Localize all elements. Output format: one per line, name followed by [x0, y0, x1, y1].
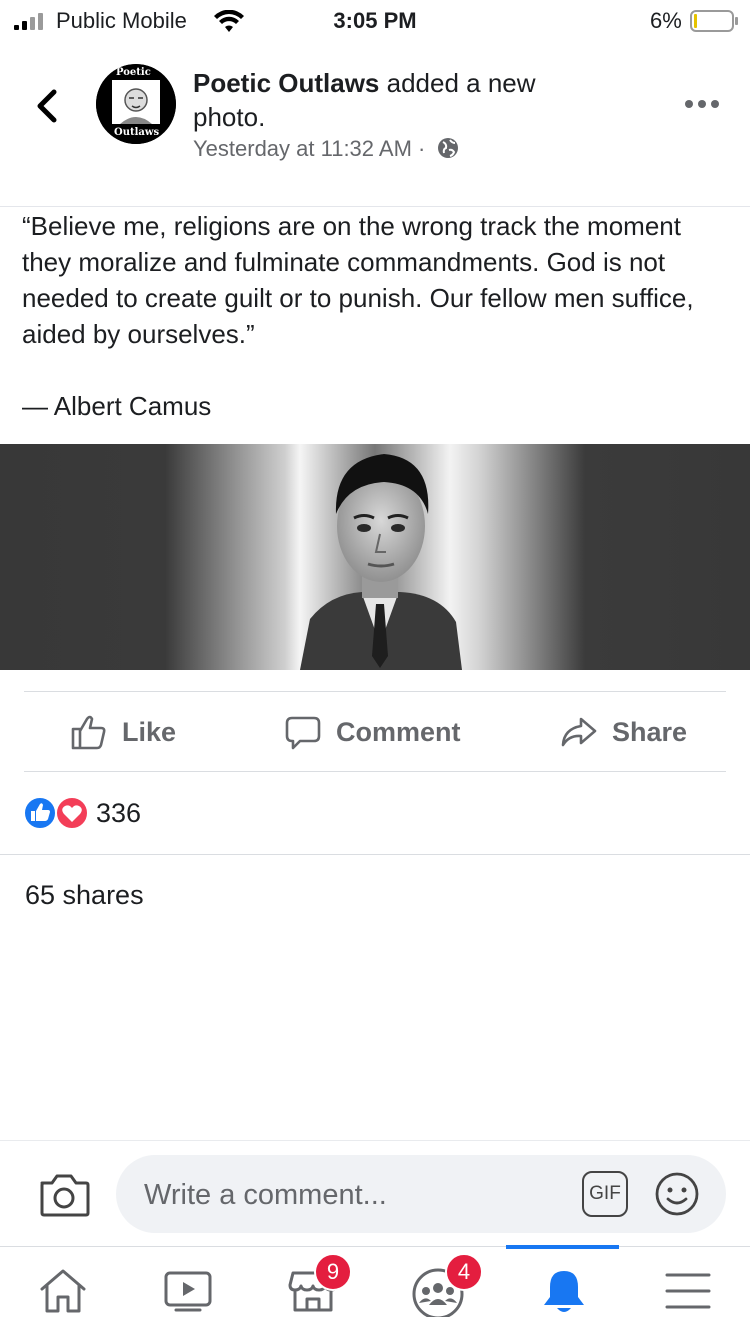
- divider: [0, 854, 750, 855]
- post-quote: “Believe me, religions are on the wrong …: [22, 211, 694, 349]
- quote-author: — Albert Camus: [22, 391, 212, 421]
- video-play-icon: [164, 1271, 212, 1312]
- comment-button[interactable]: Comment: [284, 700, 461, 764]
- share-arrow-icon: [561, 717, 597, 747]
- marketplace-badge: 9: [314, 1253, 352, 1291]
- comment-label: Comment: [336, 716, 461, 747]
- post-timestamp[interactable]: Yesterday at 11:32 AM ·: [193, 136, 460, 162]
- post-headline: Poetic Outlaws added a new photo.: [193, 66, 613, 134]
- like-button[interactable]: Like: [70, 700, 176, 764]
- camera-icon[interactable]: [38, 1171, 90, 1217]
- home-icon: [40, 1269, 86, 1313]
- tab-menu[interactable]: [625, 1247, 750, 1335]
- portrait-photo: [300, 454, 462, 670]
- battery-percent: 6%: [650, 8, 682, 33]
- tab-notifications[interactable]: [500, 1247, 625, 1335]
- comment-input[interactable]: [142, 1155, 566, 1235]
- battery-icon: [690, 10, 738, 32]
- tab-watch[interactable]: [125, 1247, 250, 1335]
- share-count[interactable]: 65 shares: [25, 880, 144, 911]
- clock: 3:05 PM: [333, 8, 417, 33]
- hamburger-menu-icon: [665, 1273, 711, 1309]
- back-chevron-icon[interactable]: [30, 86, 64, 126]
- comment-bubble-icon: [285, 716, 321, 750]
- emoji-icon[interactable]: [654, 1171, 700, 1217]
- reaction-count[interactable]: 336: [96, 798, 141, 829]
- post-header: Poetic Outlaws Poetic Outlaws added a ne…: [0, 42, 750, 207]
- post-body: “Believe me, religions are on the wrong …: [22, 208, 734, 424]
- gif-button[interactable]: GIF: [582, 1171, 628, 1217]
- comment-box[interactable]: GIF: [116, 1155, 726, 1235]
- post-photo[interactable]: [0, 444, 750, 670]
- divider: [24, 771, 726, 772]
- more-options-icon[interactable]: [684, 94, 720, 114]
- globe-icon: [437, 138, 458, 158]
- thumbs-up-icon: [71, 715, 106, 750]
- bottom-tab-bar: 9 4: [0, 1245, 750, 1335]
- page-avatar[interactable]: Poetic Outlaws: [96, 64, 176, 144]
- avatar-text-bottom: Outlaws: [114, 127, 160, 138]
- timestamp-text: Yesterday at 11:32 AM ·: [193, 136, 426, 161]
- groups-badge: 4: [445, 1253, 483, 1291]
- tab-marketplace[interactable]: 9: [250, 1247, 375, 1335]
- tab-groups[interactable]: 4: [375, 1247, 500, 1335]
- share-label: Share: [612, 716, 688, 747]
- like-label: Like: [122, 716, 177, 747]
- comment-composer: GIF: [0, 1140, 750, 1247]
- reaction-icons[interactable]: [22, 795, 94, 831]
- status-bar: Public Mobile 3:05 PM 6%: [0, 0, 750, 42]
- avatar-text-top: Poetic: [116, 67, 151, 78]
- bell-icon: [544, 1271, 584, 1312]
- tab-home[interactable]: [0, 1247, 125, 1335]
- page-name-link[interactable]: Poetic Outlaws: [193, 68, 379, 98]
- reaction-icons-graphic: [23, 796, 89, 830]
- divider: [24, 691, 726, 692]
- gif-label: GIF: [589, 1183, 621, 1204]
- share-button[interactable]: Share: [560, 700, 687, 764]
